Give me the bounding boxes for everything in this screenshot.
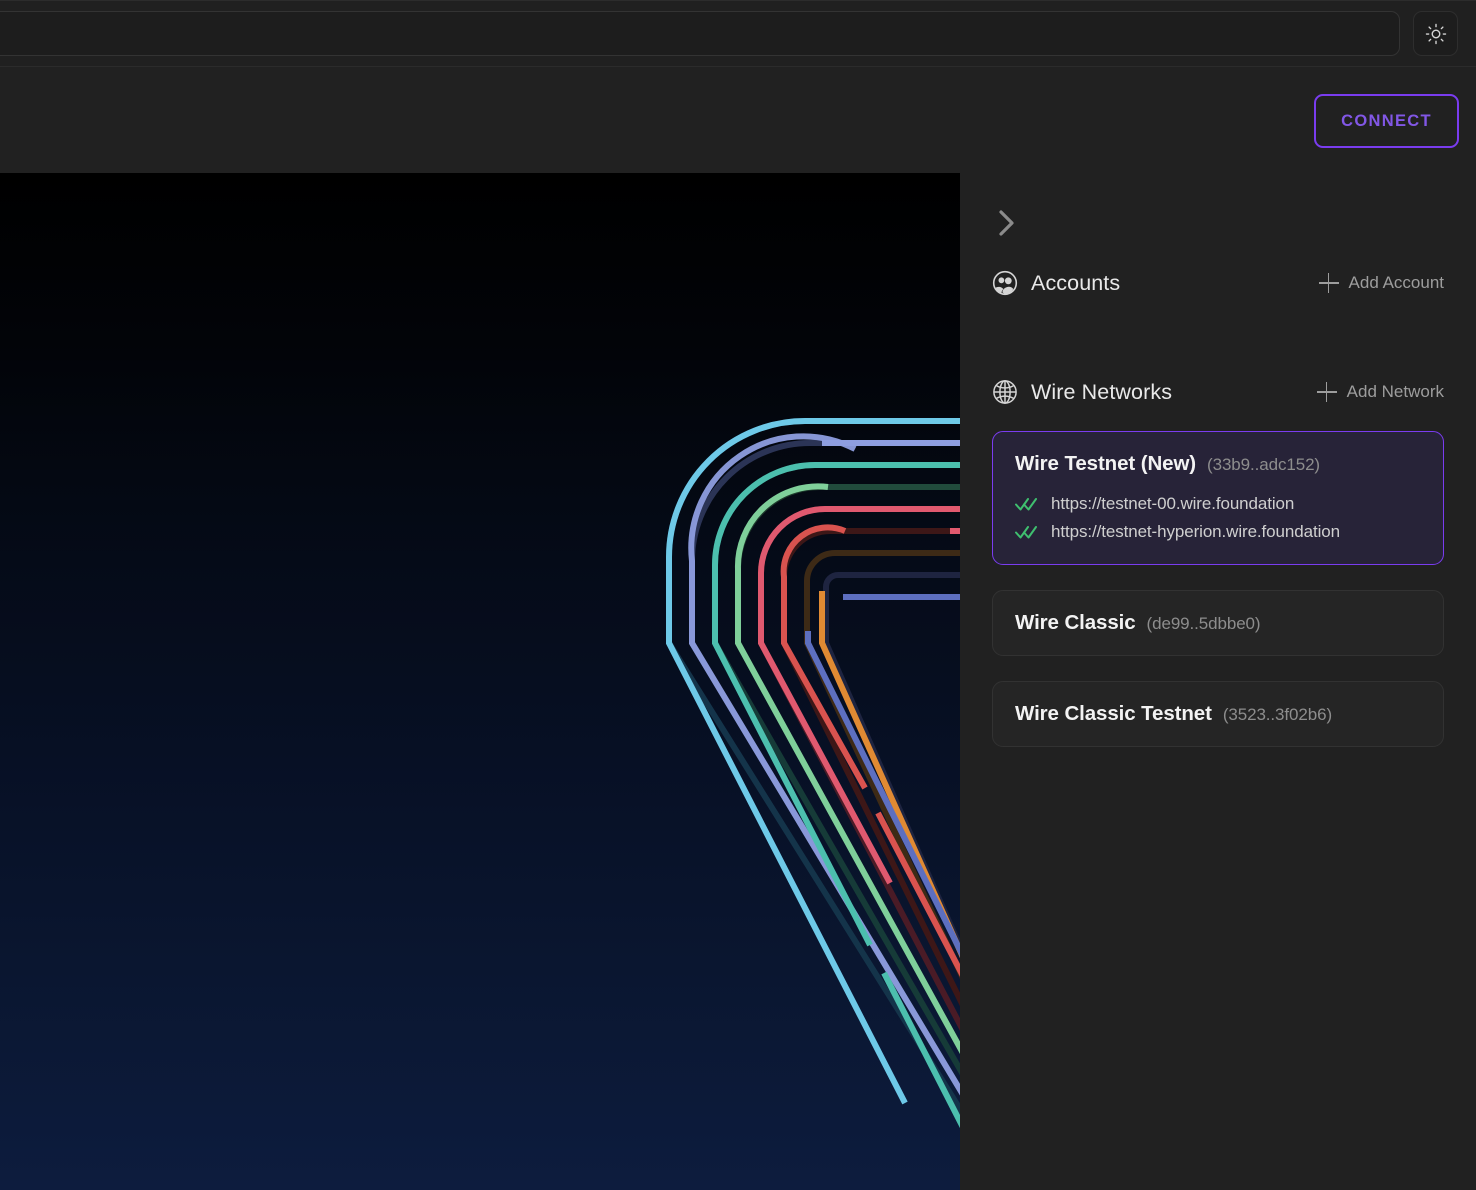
main-area: Accounts Add Account Wire Networks Add N…	[0, 173, 1476, 1190]
accounts-title: Accounts	[1031, 270, 1121, 295]
chevron-right-icon	[999, 210, 1014, 236]
endpoint-list: https://testnet-00.wire.foundation https:…	[1015, 490, 1421, 546]
add-account-button[interactable]: Add Account	[1318, 273, 1444, 293]
plus-icon	[1316, 382, 1337, 402]
plus-icon	[1318, 273, 1339, 293]
globe-icon	[992, 379, 1018, 405]
connect-button[interactable]: CONNECT	[1314, 94, 1459, 148]
people-circle-icon	[992, 270, 1018, 296]
networks-title: Wire Networks	[1031, 379, 1173, 404]
network-card-list: Wire Testnet (New) (33b9..adc152) https://…	[992, 431, 1444, 772]
network-card[interactable]: Wire Classic Testnet (3523..3f02b6)	[992, 681, 1444, 747]
network-name: Wire Testnet (New)	[1015, 452, 1197, 475]
endpoint-url: https://testnet-hyperion.wire.foundation	[1051, 522, 1340, 541]
hero-artwork	[0, 173, 960, 1190]
url-input[interactable]	[0, 11, 1400, 56]
double-check-icon	[1015, 523, 1039, 541]
app-root: CONNECT Accounts Add Account Wire Networ…	[0, 0, 1476, 1190]
network-hash: (3523..3f02b6)	[1222, 705, 1333, 724]
add-network-label: Add Network	[1346, 382, 1444, 401]
add-network-button[interactable]: Add Network	[1316, 382, 1444, 402]
network-card-header: Wire Classic Testnet (3523..3f02b6)	[1015, 702, 1421, 726]
panel-collapse-button[interactable]	[990, 206, 1024, 240]
browser-chrome-bar	[0, 0, 1476, 66]
network-card-header: Wire Classic (de99..5dbbe0)	[1015, 611, 1421, 635]
sun-icon	[1425, 23, 1446, 44]
theme-toggle-button[interactable]	[1413, 11, 1458, 56]
chrome-top-rule	[0, 0, 1476, 1]
network-hash: (33b9..adc152)	[1207, 455, 1320, 474]
endpoint-row[interactable]: https://testnet-00.wire.foundation	[1015, 490, 1421, 518]
add-account-label: Add Account	[1348, 273, 1444, 292]
curved-lines-graphic	[666, 418, 960, 1129]
side-panel: Accounts Add Account Wire Networks Add N…	[960, 173, 1476, 1190]
network-hash: (de99..5dbbe0)	[1146, 614, 1261, 633]
endpoint-url: https://testnet-00.wire.foundation	[1051, 494, 1295, 513]
network-card-header: Wire Testnet (New) (33b9..adc152)	[1015, 452, 1421, 476]
app-header: CONNECT	[0, 66, 1476, 201]
network-name: Wire Classic Testnet	[1015, 702, 1212, 725]
network-name: Wire Classic	[1015, 611, 1136, 634]
double-check-icon	[1015, 495, 1039, 513]
networks-section-header: Wire Networks Add Network	[992, 374, 1444, 410]
network-card[interactable]: Wire Testnet (New) (33b9..adc152) https://…	[992, 431, 1444, 565]
endpoint-row[interactable]: https://testnet-hyperion.wire.foundation	[1015, 518, 1421, 546]
network-card[interactable]: Wire Classic (de99..5dbbe0)	[992, 590, 1444, 656]
accounts-section-header: Accounts Add Account	[992, 265, 1444, 301]
